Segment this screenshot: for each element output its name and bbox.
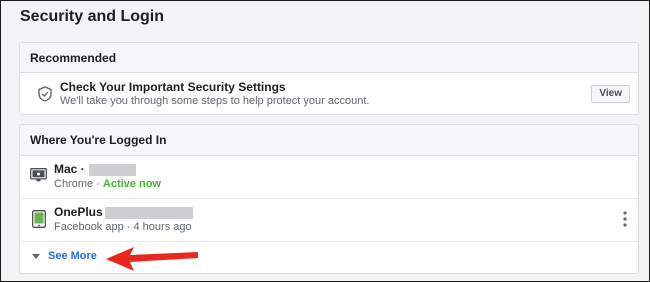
redacted-device-name bbox=[88, 163, 136, 176]
security-settings-row: Check Your Important Security Settings W… bbox=[20, 73, 638, 114]
meta-separator: · bbox=[93, 178, 103, 190]
view-button[interactable]: View bbox=[591, 85, 630, 103]
desktop-mac-icon bbox=[30, 168, 47, 182]
annotation-arrow-icon bbox=[106, 247, 198, 271]
session-row-oneplus[interactable]: OnePlus Facebook app · 4 hours ago bbox=[20, 199, 638, 242]
status-active: Active now bbox=[102, 178, 161, 190]
meta-separator: · bbox=[123, 221, 134, 233]
security-settings-title: Check Your Important Security Settings bbox=[60, 80, 286, 94]
chevron-down-icon bbox=[32, 253, 40, 259]
recommended-header: Recommended bbox=[20, 43, 638, 73]
app-label: Facebook app bbox=[54, 221, 124, 233]
recommended-card: Recommended Check Your Important Securit… bbox=[19, 42, 639, 115]
browser-label: Chrome bbox=[54, 178, 94, 190]
shield-icon bbox=[38, 86, 52, 102]
see-more-link[interactable]: See More bbox=[32, 250, 97, 262]
security-settings-subtitle: We'll take you through some steps to hel… bbox=[60, 95, 370, 107]
last-active: 4 hours ago bbox=[133, 221, 192, 233]
session-meta: Facebook app · 4 hours ago bbox=[54, 221, 192, 233]
session-row-mac[interactable]: Mac · Chrome · Active now bbox=[20, 156, 638, 199]
session-device-name: OnePlus bbox=[54, 205, 193, 219]
session-device-name: Mac · bbox=[54, 162, 136, 176]
redacted-device-name bbox=[104, 206, 193, 219]
device-label: Mac · bbox=[54, 162, 85, 176]
more-options-icon[interactable] bbox=[623, 211, 627, 227]
session-meta: Chrome · Active now bbox=[54, 178, 161, 190]
see-more-label: See More bbox=[48, 250, 97, 262]
page-title: Security and Login bbox=[20, 8, 165, 25]
phone-icon bbox=[32, 210, 46, 228]
logged-in-header: Where You're Logged In bbox=[20, 125, 638, 156]
device-label: OnePlus bbox=[54, 205, 103, 219]
